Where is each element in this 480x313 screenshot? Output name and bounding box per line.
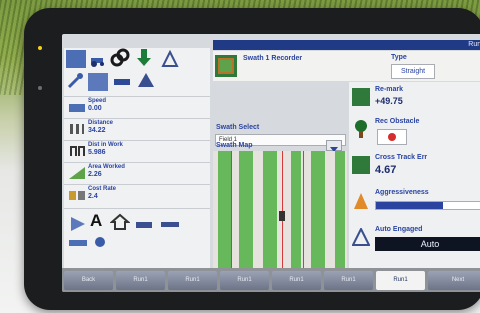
tool-icon-grid: A — [64, 208, 210, 253]
auto-steer-icon — [351, 226, 371, 246]
guidance-line — [303, 151, 304, 269]
swath-map[interactable] — [213, 151, 347, 269]
metric-label: Area Worked — [88, 164, 125, 170]
metric-value: 0.00 — [88, 105, 102, 112]
remark-icon — [352, 88, 370, 106]
obstacle-item[interactable]: Rec Obstacle — [349, 116, 480, 150]
status-led-icon — [38, 46, 42, 50]
icon-row-2 — [64, 70, 210, 92]
guidance-icon[interactable] — [136, 71, 156, 89]
cone-icon — [352, 192, 370, 210]
type-select[interactable]: Straight — [391, 64, 435, 79]
aggressiveness-label: Aggressiveness — [375, 189, 429, 196]
auto-button[interactable]: Auto — [375, 237, 480, 251]
metric-value: 34.22 — [88, 127, 106, 134]
metric-label: Dist in Work — [88, 142, 123, 148]
cross-track-label: Cross Track Err — [375, 154, 428, 161]
home-icon[interactable] — [109, 213, 131, 231]
tab-run[interactable]: Run1 — [116, 271, 165, 290]
download-arrow-icon[interactable] — [134, 48, 154, 66]
swath-select-label: Swath Select — [216, 124, 260, 131]
field-icon — [215, 55, 237, 77]
tractor-icon[interactable] — [88, 50, 108, 68]
swath-title: Swath 1 Recorder — [243, 55, 303, 62]
area-icon — [68, 166, 86, 180]
remark-label: Re-mark — [375, 86, 404, 93]
metric-value: 5.986 — [88, 149, 106, 156]
steering-icon[interactable] — [160, 49, 180, 68]
aggressiveness-item[interactable]: Aggressiveness — [349, 188, 480, 222]
vehicle-icon[interactable] — [134, 215, 154, 233]
title-bar: Run1 — [213, 40, 480, 50]
work-distance-icon — [68, 144, 86, 158]
record-button[interactable] — [377, 129, 407, 145]
obstacle-label: Rec Obstacle — [375, 118, 420, 125]
display-screen: Run1 — [62, 34, 480, 292]
metric-dist-in-work: Dist in Work 5.986 — [64, 140, 210, 163]
tab-next[interactable]: Next — [428, 271, 480, 290]
rate-icon — [68, 188, 86, 202]
tab-run[interactable]: Run1 — [168, 271, 217, 290]
swath-stripe — [291, 151, 301, 269]
metric-label: Distance — [88, 120, 114, 126]
tab-run[interactable]: Run1 — [324, 271, 373, 290]
type-label: Type — [391, 54, 407, 61]
remark-value: +49.75 — [375, 96, 403, 106]
play-icon[interactable] — [68, 215, 88, 233]
left-panel: Speed 0.00 Distance 34.22 Dist in Work 5… — [64, 48, 210, 284]
swath-stripe — [263, 151, 277, 269]
tablet-device: Run1 — [24, 8, 480, 310]
aggressiveness-slider[interactable] — [375, 201, 480, 210]
metric-label: Speed — [88, 98, 107, 104]
icon-row-1 — [64, 48, 210, 70]
swath-stripe — [311, 151, 325, 269]
metric-label: Cost Rate — [88, 186, 117, 192]
swath-recorder-header: Swath 1 Recorder Type Straight — [213, 51, 480, 81]
chevron-down-icon[interactable] — [326, 140, 342, 152]
tab-run-active[interactable]: Run1 — [376, 271, 425, 290]
auto-engaged-item[interactable]: Auto Engaged Auto — [349, 224, 480, 258]
metric-speed: Speed 0.00 — [64, 96, 210, 119]
metric-distance: Distance 34.22 — [64, 118, 210, 141]
cross-track-value: 4.67 — [375, 164, 397, 176]
vehicle-marker-icon — [277, 209, 287, 221]
speedometer-icon — [68, 100, 86, 114]
tree-icon — [352, 120, 370, 138]
tab-run[interactable]: Run1 — [220, 271, 269, 290]
implement-icon[interactable] — [112, 73, 132, 91]
metric-value: 2.4 — [88, 193, 98, 200]
guidance-line — [231, 151, 232, 269]
tab-run[interactable]: Run1 — [272, 271, 321, 290]
bottom-tab-bar: Back Run1 Run1 Run1 Run1 Run1 Run1 Next — [62, 268, 480, 292]
grid-icon[interactable] — [66, 50, 86, 68]
metric-value: 2.26 — [88, 171, 102, 178]
remark-item[interactable]: Re-mark +49.75 — [349, 84, 480, 114]
right-panel: Re-mark +49.75 Rec Obstacle Cross Track … — [349, 82, 480, 282]
sprayer-icon[interactable] — [160, 215, 180, 233]
title-right-label: Run1 — [468, 41, 480, 48]
swath-stripe — [218, 151, 231, 269]
a-letter-icon[interactable]: A — [90, 211, 110, 230]
camera-icon — [38, 86, 42, 90]
tab-back[interactable]: Back — [64, 271, 113, 290]
camera-view-icon[interactable] — [88, 73, 108, 91]
metric-area-worked: Area Worked 2.26 — [64, 162, 210, 185]
wrench-icon[interactable] — [66, 72, 86, 90]
swath-stripe — [335, 151, 345, 269]
distance-icon — [68, 122, 86, 136]
auto-label: Auto Engaged — [375, 226, 423, 233]
map-pin-icon[interactable] — [90, 235, 110, 253]
cross-track-icon — [352, 156, 370, 174]
metric-cost-rate: Cost Rate 2.4 — [64, 184, 210, 207]
slider-fill — [376, 202, 443, 209]
link-icon[interactable] — [110, 48, 130, 67]
machine-icon[interactable] — [68, 235, 88, 253]
cross-track-item[interactable]: Cross Track Err 4.67 — [349, 152, 480, 186]
swath-stripe — [239, 151, 253, 269]
